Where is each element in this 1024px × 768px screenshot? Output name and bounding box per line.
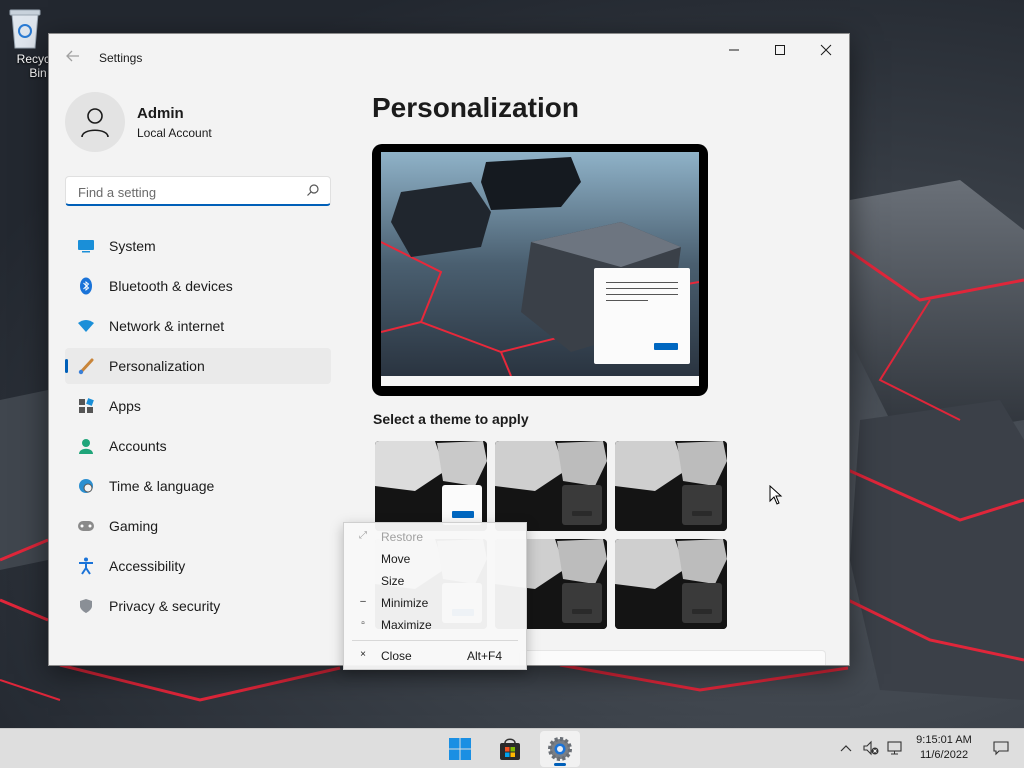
maximize-icon: ▫ <box>361 618 365 629</box>
sidebar-item-apps[interactable]: Apps <box>65 388 331 424</box>
theme-thumbnail[interactable] <box>615 539 727 629</box>
sidebar-item-label: System <box>109 238 156 254</box>
sidebar-item-system[interactable]: System <box>65 228 331 264</box>
preview-taskbar <box>381 376 699 386</box>
system-clock[interactable]: 9:15:01 AM 11/6/2022 <box>905 733 983 763</box>
chevron-up-icon[interactable] <box>837 739 855 757</box>
menu-item-close[interactable]: × Close Alt+F4 <box>344 645 526 667</box>
windows-logo-icon <box>449 738 471 760</box>
bluetooth-icon <box>77 277 95 295</box>
sidebar-item-personalization[interactable]: Personalization <box>65 348 331 384</box>
clock-time: 9:15:01 AM <box>916 734 972 746</box>
search-input[interactable] <box>76 182 300 202</box>
taskbar-settings-button[interactable] <box>540 731 580 767</box>
close-icon <box>820 44 832 56</box>
minimize-icon <box>729 49 739 51</box>
maximize-icon <box>775 45 785 55</box>
page-title: Personalization <box>372 92 579 123</box>
sidebar-item-label: Apps <box>109 398 141 414</box>
sidebar-item-gaming[interactable]: Gaming <box>65 508 331 544</box>
minimize-icon: – <box>360 596 366 607</box>
menu-item-label: Move <box>381 552 411 566</box>
sidebar-item-label: Personalization <box>109 358 205 374</box>
menu-item-label: Restore <box>381 530 424 544</box>
menu-item-restore[interactable]: ⤢ Restore <box>344 526 526 548</box>
window-title: Settings <box>99 51 143 65</box>
theme-preview <box>372 144 708 396</box>
gamepad-icon <box>77 517 95 535</box>
search-box[interactable] <box>65 176 331 206</box>
globe-clock-icon <box>77 477 95 495</box>
sidebar-item-label: Bluetooth & devices <box>109 278 233 294</box>
mouse-cursor-icon <box>769 485 783 505</box>
person-avatar-icon <box>81 108 109 138</box>
shield-icon <box>77 597 95 615</box>
taskbar-store-button[interactable] <box>490 731 530 767</box>
minimize-button[interactable] <box>711 34 757 66</box>
sidebar-item-label: Accounts <box>109 438 167 454</box>
start-button[interactable] <box>440 731 480 767</box>
person-icon <box>77 437 95 455</box>
preview-sample-window <box>594 268 690 364</box>
speaker-muted-icon[interactable] <box>862 739 880 757</box>
close-button[interactable] <box>803 34 849 66</box>
menu-item-shortcut: Alt+F4 <box>466 649 502 663</box>
sidebar-item-privacy-security[interactable]: Privacy & security <box>65 588 331 624</box>
clock-date: 11/6/2022 <box>919 749 969 761</box>
network-icon[interactable] <box>886 739 904 757</box>
search-icon[interactable] <box>306 183 320 197</box>
notification-icon[interactable] <box>992 739 1010 757</box>
sidebar-item-label: Network & internet <box>109 318 225 334</box>
menu-item-label: Minimize <box>381 596 429 610</box>
wifi-icon <box>77 317 95 335</box>
menu-item-label: Close <box>381 649 412 663</box>
sidebar-item-label: Time & language <box>109 478 215 494</box>
sidebar-item-accounts[interactable]: Accounts <box>65 428 331 464</box>
menu-item-minimize[interactable]: – Minimize <box>344 592 526 614</box>
store-icon <box>500 738 520 760</box>
profile-account-type: Local Account <box>137 126 212 140</box>
move-icon <box>358 552 368 564</box>
settings-card[interactable] <box>519 650 826 665</box>
apps-icon <box>77 397 95 415</box>
menu-separator <box>352 640 518 641</box>
size-icon <box>358 574 368 586</box>
monitor-icon <box>77 237 95 255</box>
theme-thumbnail[interactable] <box>615 441 727 531</box>
maximize-button[interactable] <box>757 34 803 66</box>
sidebar-item-network[interactable]: Network & internet <box>65 308 331 344</box>
title-bar[interactable]: Settings <box>49 34 849 82</box>
brush-icon <box>77 357 95 375</box>
taskbar: 9:15:01 AM 11/6/2022 <box>0 728 1024 768</box>
sidebar-nav: System Bluetooth & devices Network & int… <box>65 228 331 628</box>
back-arrow-icon[interactable] <box>65 48 85 68</box>
menu-item-move[interactable]: Move <box>344 548 526 570</box>
menu-item-size[interactable]: Size <box>344 570 526 592</box>
sidebar-item-time-language[interactable]: Time & language <box>65 468 331 504</box>
close-icon: × <box>360 649 366 660</box>
menu-item-label: Maximize <box>381 618 432 632</box>
window-system-menu: ⤢ Restore Move Size – Minimize ▫ Maximiz… <box>343 522 527 670</box>
sidebar-item-bluetooth[interactable]: Bluetooth & devices <box>65 268 331 304</box>
theme-thumbnail[interactable] <box>375 441 487 531</box>
menu-item-maximize[interactable]: ▫ Maximize <box>344 614 526 636</box>
menu-item-label: Size <box>381 574 405 588</box>
theme-section-label: Select a theme to apply <box>373 411 529 427</box>
restore-icon: ⤢ <box>359 530 367 541</box>
accessibility-icon <box>77 557 95 575</box>
wallpaper-preview <box>381 152 699 376</box>
gear-icon <box>548 737 572 761</box>
theme-thumbnail[interactable] <box>495 441 607 531</box>
sidebar-item-label: Gaming <box>109 518 159 534</box>
sidebar-item-label: Accessibility <box>109 558 186 574</box>
sidebar-item-accessibility[interactable]: Accessibility <box>65 548 331 584</box>
sidebar-item-label: Privacy & security <box>109 598 221 614</box>
profile-name: Admin <box>137 105 184 122</box>
avatar <box>65 92 125 152</box>
